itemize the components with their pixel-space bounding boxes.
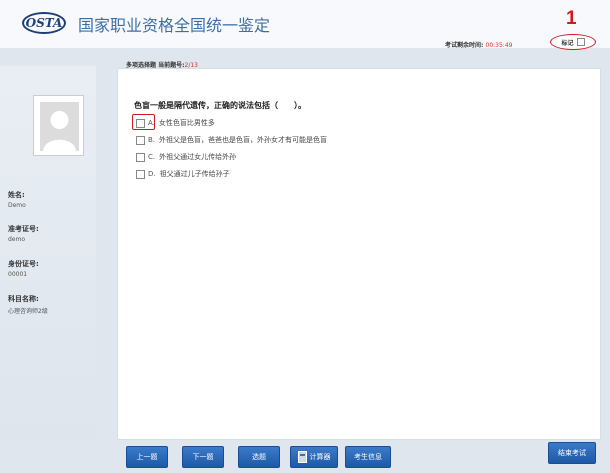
next-question-button[interactable]: 下一题 bbox=[182, 446, 224, 468]
option-b-text: 外祖父是色盲，爸爸也是色盲，外孙女才有可能是色盲 bbox=[159, 136, 328, 144]
prev-question-button[interactable]: 上一题 bbox=[126, 446, 168, 468]
option-b[interactable]: B. 外祖父是色盲，爸爸也是色盲，外孙女才有可能是色盲 bbox=[136, 135, 327, 145]
timer-value: 00:35:49 bbox=[485, 42, 513, 49]
question-text: 色盲一般是隔代遗传，正确的说法包括（ ）。 bbox=[134, 101, 306, 110]
option-b-checkbox[interactable] bbox=[136, 135, 145, 145]
question-panel: 色盲一般是隔代遗传，正确的说法包括（ ）。 A. 女性色盲比男性多 B. 外祖父… bbox=[117, 68, 601, 440]
annotation-number: 1 bbox=[566, 8, 577, 29]
calculator-icon bbox=[297, 451, 307, 463]
subject-label: 科目名称: bbox=[8, 295, 39, 303]
timer-label: 考试剩余时间: bbox=[445, 42, 484, 49]
name-label: 姓名: bbox=[8, 191, 25, 199]
name-value: Demo bbox=[8, 202, 26, 209]
calculator-label: 计算器 bbox=[309, 453, 331, 461]
candidate-sidebar: 姓名: Demo 准考证号: demo 身份证号: 00001 科目名称: 心理… bbox=[0, 66, 96, 473]
header: OSTA 国家职业资格全国统一鉴定 1 bbox=[0, 0, 610, 48]
select-question-button[interactable]: 选题 bbox=[238, 446, 280, 468]
admission-label: 准考证号: bbox=[8, 225, 39, 233]
calculator-button[interactable]: 计算器 bbox=[290, 446, 338, 468]
avatar-icon bbox=[34, 96, 83, 155]
option-b-letter: B. bbox=[148, 136, 156, 144]
option-c-text: 外祖父通过女儿传给外孙 bbox=[159, 153, 237, 161]
mark-button[interactable]: 标记 bbox=[550, 34, 596, 50]
option-d[interactable]: D. 祖父通过儿子传给孙子 bbox=[136, 169, 230, 179]
mark-label: 标记 bbox=[561, 39, 574, 47]
remaining-time: 考试剩余时间: 00:35:49 bbox=[445, 40, 512, 49]
option-d-letter: D. bbox=[148, 170, 156, 178]
id-value: 00001 bbox=[8, 271, 28, 278]
annotation-highlight bbox=[132, 114, 155, 130]
id-label: 身份证号: bbox=[8, 260, 39, 268]
option-c[interactable]: C. 外祖父通过女儿传给外孙 bbox=[136, 152, 236, 162]
option-c-checkbox[interactable] bbox=[136, 152, 145, 162]
subject-value: 心理咨询师2级 bbox=[8, 308, 48, 315]
footer-toolbar: 上一题 下一题 选题 计算器 考生信息 结束考试 bbox=[0, 440, 610, 473]
candidate-info-button[interactable]: 考生信息 bbox=[345, 446, 391, 468]
admission-value: demo bbox=[8, 236, 26, 243]
candidate-photo bbox=[33, 95, 84, 156]
option-c-letter: C. bbox=[148, 153, 156, 161]
option-d-text: 祖父通过儿子传给孙子 bbox=[159, 170, 230, 178]
osta-logo: OSTA bbox=[22, 12, 66, 34]
app-title: 国家职业资格全国统一鉴定 bbox=[78, 16, 271, 35]
finish-exam-button[interactable]: 结束考试 bbox=[548, 442, 596, 464]
option-d-checkbox[interactable] bbox=[136, 169, 145, 179]
option-a-text: 女性色盲比男性多 bbox=[158, 119, 215, 127]
mark-checkbox[interactable] bbox=[576, 38, 585, 46]
